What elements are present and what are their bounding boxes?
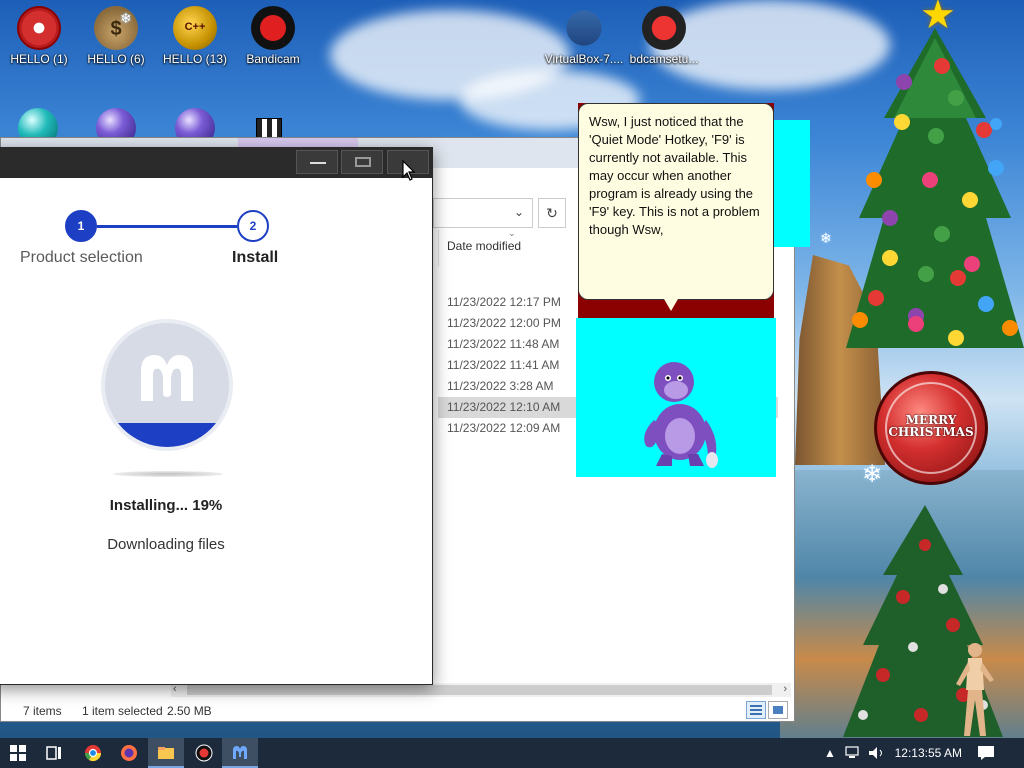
start-button[interactable] (0, 738, 36, 768)
desktop-icon-label: HELLO (1) (10, 52, 68, 66)
cyan-panel (774, 120, 810, 247)
maximize-button[interactable] (341, 150, 383, 174)
clapperboard-icon[interactable] (256, 118, 282, 138)
desktop-icon-hello-1[interactable]: HELLO (1) (4, 0, 74, 66)
selection-count: 1 item selected (82, 704, 163, 718)
column-separator (438, 230, 439, 266)
selection-size: 2.50 MB (167, 704, 212, 718)
firefox-taskbar-button[interactable] (111, 738, 147, 768)
chrome-taskbar-button[interactable] (75, 738, 111, 768)
chrome-icon (84, 745, 102, 762)
step-1-indicator: 1 (65, 210, 97, 242)
action-center-icon[interactable] (977, 745, 995, 761)
desktop-icon-bdcamsetup[interactable]: bdcamsetu... (624, 0, 704, 66)
desktop-icon-label: Bandicam (246, 52, 300, 66)
progress-fill (105, 423, 229, 447)
desktop-icon-label: HELLO (13) (162, 52, 228, 66)
file-explorer-icon (158, 747, 174, 759)
step-1-label: Product selection (20, 249, 143, 266)
progress-circle-shadow (113, 471, 223, 477)
virtualbox-icon (559, 3, 609, 53)
minimize-icon (310, 162, 326, 164)
christmas-tree-top (846, 28, 1024, 348)
refresh-icon: ↻ (546, 205, 558, 221)
malwarebytes-logo-icon (141, 355, 193, 401)
step-2-label: Install (232, 249, 279, 266)
dancing-figure-icon (956, 643, 994, 736)
details-view-button[interactable] (746, 701, 766, 719)
file-explorer-taskbar-button[interactable] (148, 738, 184, 768)
large-icons-view-icon (773, 706, 783, 714)
malwarebytes-taskbar-icon (233, 746, 247, 759)
malwarebytes-progress-circle (101, 319, 233, 451)
network-icon[interactable] (845, 746, 863, 760)
item-count: 7 items (23, 704, 62, 718)
firefox-icon (121, 745, 137, 761)
desktop-icon-label: HELLO (6) (87, 52, 145, 66)
desktop-icon-hello-6[interactable]: HELLO (6) (81, 0, 151, 66)
bandicam-taskbar-button[interactable] (186, 738, 222, 768)
installer-titlebar[interactable] (0, 148, 432, 178)
stepper-line (97, 225, 237, 228)
start-icon (10, 745, 26, 761)
merry-christmas-text: MERRY CHRISTMAS (888, 413, 974, 439)
speech-bubble-tail (664, 299, 678, 311)
address-bar[interactable]: ⌄ (433, 198, 533, 228)
chevron-down-icon[interactable]: ⌄ (514, 205, 524, 219)
christmas-clock-ornament: MERRY CHRISTMAS (874, 371, 988, 485)
volume-icon[interactable] (868, 746, 886, 760)
install-detail-text: Downloading files (107, 536, 225, 553)
mouse-cursor-icon (402, 160, 416, 181)
malwarebytes-taskbar-button[interactable] (222, 738, 258, 768)
minimize-button[interactable] (296, 150, 338, 174)
desktop-icon-label: bdcamsetu... (629, 52, 699, 66)
desktop-icon-label: VirtualBox-7.... (544, 52, 624, 66)
bonzi-speech-bubble[interactable]: Wsw, I just noticed that the 'Quiet Mode… (578, 103, 774, 300)
status-bar: 7 items 1 item selected 2.50 MB (1, 700, 794, 722)
scroll-right-icon[interactable]: › (783, 683, 787, 695)
taskbar-clock[interactable]: 12:13:55 AM (895, 746, 962, 760)
column-header-date-modified[interactable]: Date modified (447, 239, 521, 253)
bandicam-setup-icon (642, 6, 686, 50)
maximize-icon (355, 157, 371, 167)
install-stepper: 1 2 Product selection Install (0, 210, 434, 280)
installer-window: 1 2 Product selection Install Installing… (0, 147, 433, 685)
snowflake-icon: ❄ (862, 461, 883, 488)
task-view-icon (46, 746, 61, 760)
scrollbar-thumb[interactable] (187, 685, 772, 695)
desktop-icon-hello-13[interactable]: HELLO (13) (160, 0, 230, 66)
large-icons-view-button[interactable] (768, 701, 788, 719)
horizontal-scrollbar[interactable]: ‹ › (171, 683, 791, 697)
desktop-icon-virtualbox[interactable]: VirtualBox-7.... (544, 0, 624, 66)
radiation-icon (17, 6, 61, 50)
cpp-gold-icon (173, 6, 217, 50)
bandicam-record-icon (251, 6, 295, 50)
details-view-icon (750, 705, 762, 715)
desktop-icon-bandicam[interactable]: Bandicam (238, 0, 308, 66)
sort-arrow-icon: ⌄ (508, 228, 516, 238)
refresh-button[interactable]: ↻ (538, 198, 566, 228)
step-2-indicator: 2 (237, 210, 269, 242)
taskbar: ▲ 12:13:55 AM (0, 738, 1024, 768)
bandicam-taskbar-icon (195, 744, 213, 762)
snowflake-icon: ❄ (120, 10, 132, 26)
install-status-text: Installing... 19% (109, 497, 223, 514)
task-view-button[interactable] (36, 738, 72, 768)
snowflake-icon: ❄ (820, 230, 832, 246)
bonzibuddy-gorilla-icon[interactable] (632, 354, 728, 470)
show-hidden-icons-icon[interactable]: ▲ (824, 746, 836, 760)
